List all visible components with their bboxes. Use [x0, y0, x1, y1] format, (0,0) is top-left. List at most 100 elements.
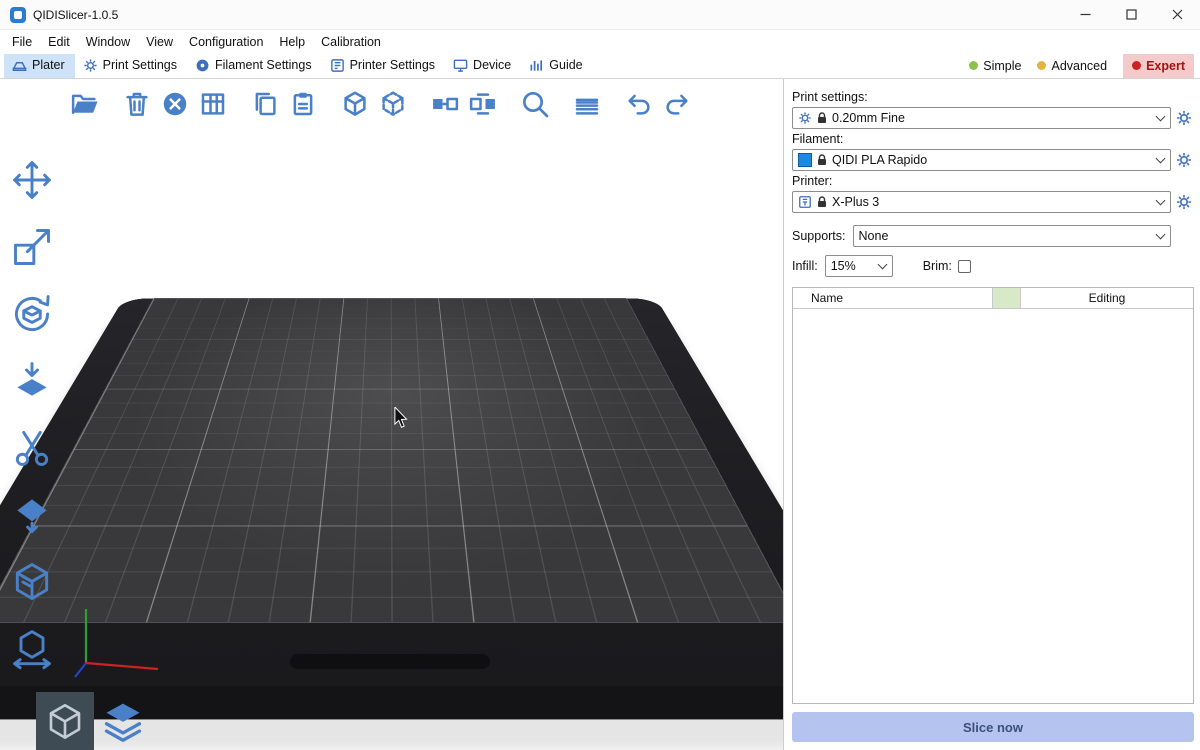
tab-label: Guide — [549, 58, 582, 72]
remove-instance-button[interactable] — [374, 85, 412, 123]
print-settings-label: Print settings: — [792, 90, 1194, 104]
printer-settings-icon — [330, 58, 345, 73]
menu-bar: File Edit Window View Configuration Help… — [0, 30, 1200, 53]
rotate-button[interactable] — [4, 289, 60, 339]
menu-help[interactable]: Help — [271, 32, 313, 52]
app-window: QIDISlicer-1.0.5 File Edit Window View C… — [0, 0, 1200, 750]
brim-label: Brim: — [923, 259, 952, 273]
preview-layers-icon — [101, 699, 145, 743]
tab-device[interactable]: Device — [445, 54, 521, 78]
menu-calibration[interactable]: Calibration — [313, 32, 389, 52]
gear-icon — [1176, 110, 1192, 126]
tab-printer-settings[interactable]: Printer Settings — [322, 54, 445, 78]
delete-button[interactable] — [118, 85, 156, 123]
print-settings-combo[interactable]: 0.20mm Fine — [792, 107, 1171, 129]
split-to-parts-button[interactable] — [464, 85, 502, 123]
delete-all-button[interactable] — [156, 85, 194, 123]
mode-selector: Simple Advanced Expert — [969, 54, 1200, 78]
lock-icon — [817, 112, 827, 124]
print-settings-value: 0.20mm Fine — [832, 111, 905, 125]
paint-button[interactable] — [4, 557, 60, 607]
gear-icon — [1176, 152, 1192, 168]
chevron-down-icon — [1156, 230, 1166, 240]
close-icon — [1172, 9, 1183, 20]
mode-expert[interactable]: Expert — [1123, 54, 1194, 78]
open-project-button[interactable] — [66, 85, 104, 123]
menu-file[interactable]: File — [4, 32, 40, 52]
preset-gear-icon — [798, 111, 812, 125]
gear-icon — [1176, 194, 1192, 210]
menu-configuration[interactable]: Configuration — [181, 32, 271, 52]
tab-plater[interactable]: Plater — [4, 54, 75, 78]
place-on-face-button[interactable] — [4, 356, 60, 406]
mode-simple[interactable]: Simple — [969, 59, 1021, 73]
filament-gear-button[interactable] — [1174, 149, 1194, 171]
mode-label: Advanced — [1051, 59, 1107, 73]
column-editing: Editing — [1021, 288, 1193, 308]
3d-viewport[interactable] — [0, 79, 783, 750]
split-to-objects-button[interactable] — [426, 85, 464, 123]
search-button[interactable] — [516, 85, 554, 123]
printer-label: Printer: — [792, 174, 1194, 188]
brim-checkbox[interactable] — [958, 260, 971, 273]
slice-now-button[interactable]: Slice now — [792, 712, 1194, 742]
menu-view[interactable]: View — [138, 32, 181, 52]
menu-edit[interactable]: Edit — [40, 32, 78, 52]
move-button[interactable] — [4, 155, 60, 205]
copy-button[interactable] — [246, 85, 284, 123]
minimize-icon — [1080, 9, 1091, 20]
delete-all-icon — [160, 89, 190, 119]
cut-icon — [10, 426, 54, 470]
tab-filament-settings[interactable]: Filament Settings — [187, 54, 322, 78]
supports-combo[interactable]: None — [853, 225, 1171, 247]
add-instance-icon — [340, 89, 370, 119]
printer-gear-button[interactable] — [1174, 191, 1194, 213]
preview-button[interactable] — [94, 692, 152, 750]
split-objects-icon — [430, 89, 460, 119]
supports-value: None — [859, 229, 889, 243]
cut-button[interactable] — [4, 423, 60, 473]
seam-button[interactable] — [4, 490, 60, 540]
rotate-icon — [10, 292, 54, 336]
3d-editor-icon — [44, 700, 86, 742]
redo-button[interactable] — [658, 85, 696, 123]
arrange-button[interactable] — [194, 85, 232, 123]
menu-window[interactable]: Window — [78, 32, 138, 52]
simple-mode-dot-icon — [969, 61, 978, 70]
undo-button[interactable] — [620, 85, 658, 123]
printer-combo[interactable]: X-Plus 3 — [792, 191, 1171, 213]
object-list-body[interactable] — [793, 309, 1193, 703]
minimize-button[interactable] — [1062, 0, 1108, 30]
mode-label: Simple — [983, 59, 1021, 73]
close-button[interactable] — [1154, 0, 1200, 30]
tab-label: Printer Settings — [350, 58, 435, 72]
add-instance-button[interactable] — [336, 85, 374, 123]
viewport-toolbar — [66, 85, 696, 123]
measure-button[interactable] — [4, 624, 60, 674]
variable-layer-height-button[interactable] — [568, 85, 606, 123]
paste-button[interactable] — [284, 85, 322, 123]
infill-combo[interactable]: 15% — [825, 255, 893, 277]
maximize-button[interactable] — [1108, 0, 1154, 30]
mode-advanced[interactable]: Advanced — [1037, 59, 1107, 73]
print-settings-gear-button[interactable] — [1174, 107, 1194, 129]
tab-label: Print Settings — [103, 58, 177, 72]
app-icon — [10, 7, 26, 23]
infill-label: Infill: — [792, 259, 818, 273]
tab-print-settings[interactable]: Print Settings — [75, 54, 187, 78]
seam-icon — [10, 493, 54, 537]
tab-label: Device — [473, 58, 511, 72]
scale-button[interactable] — [4, 222, 60, 272]
advanced-mode-dot-icon — [1037, 61, 1046, 70]
chevron-down-icon — [1156, 154, 1166, 164]
supports-label: Supports: — [792, 229, 846, 243]
copy-icon — [250, 89, 280, 119]
infill-value: 15% — [831, 259, 856, 273]
filament-label: Filament: — [792, 132, 1194, 146]
editor-view-button[interactable] — [36, 692, 94, 750]
tab-guide[interactable]: Guide — [521, 54, 592, 78]
filament-combo[interactable]: QIDI PLA Rapido — [792, 149, 1171, 171]
chevron-down-icon — [1156, 196, 1166, 206]
redo-icon — [662, 89, 692, 119]
lock-icon — [817, 154, 827, 166]
